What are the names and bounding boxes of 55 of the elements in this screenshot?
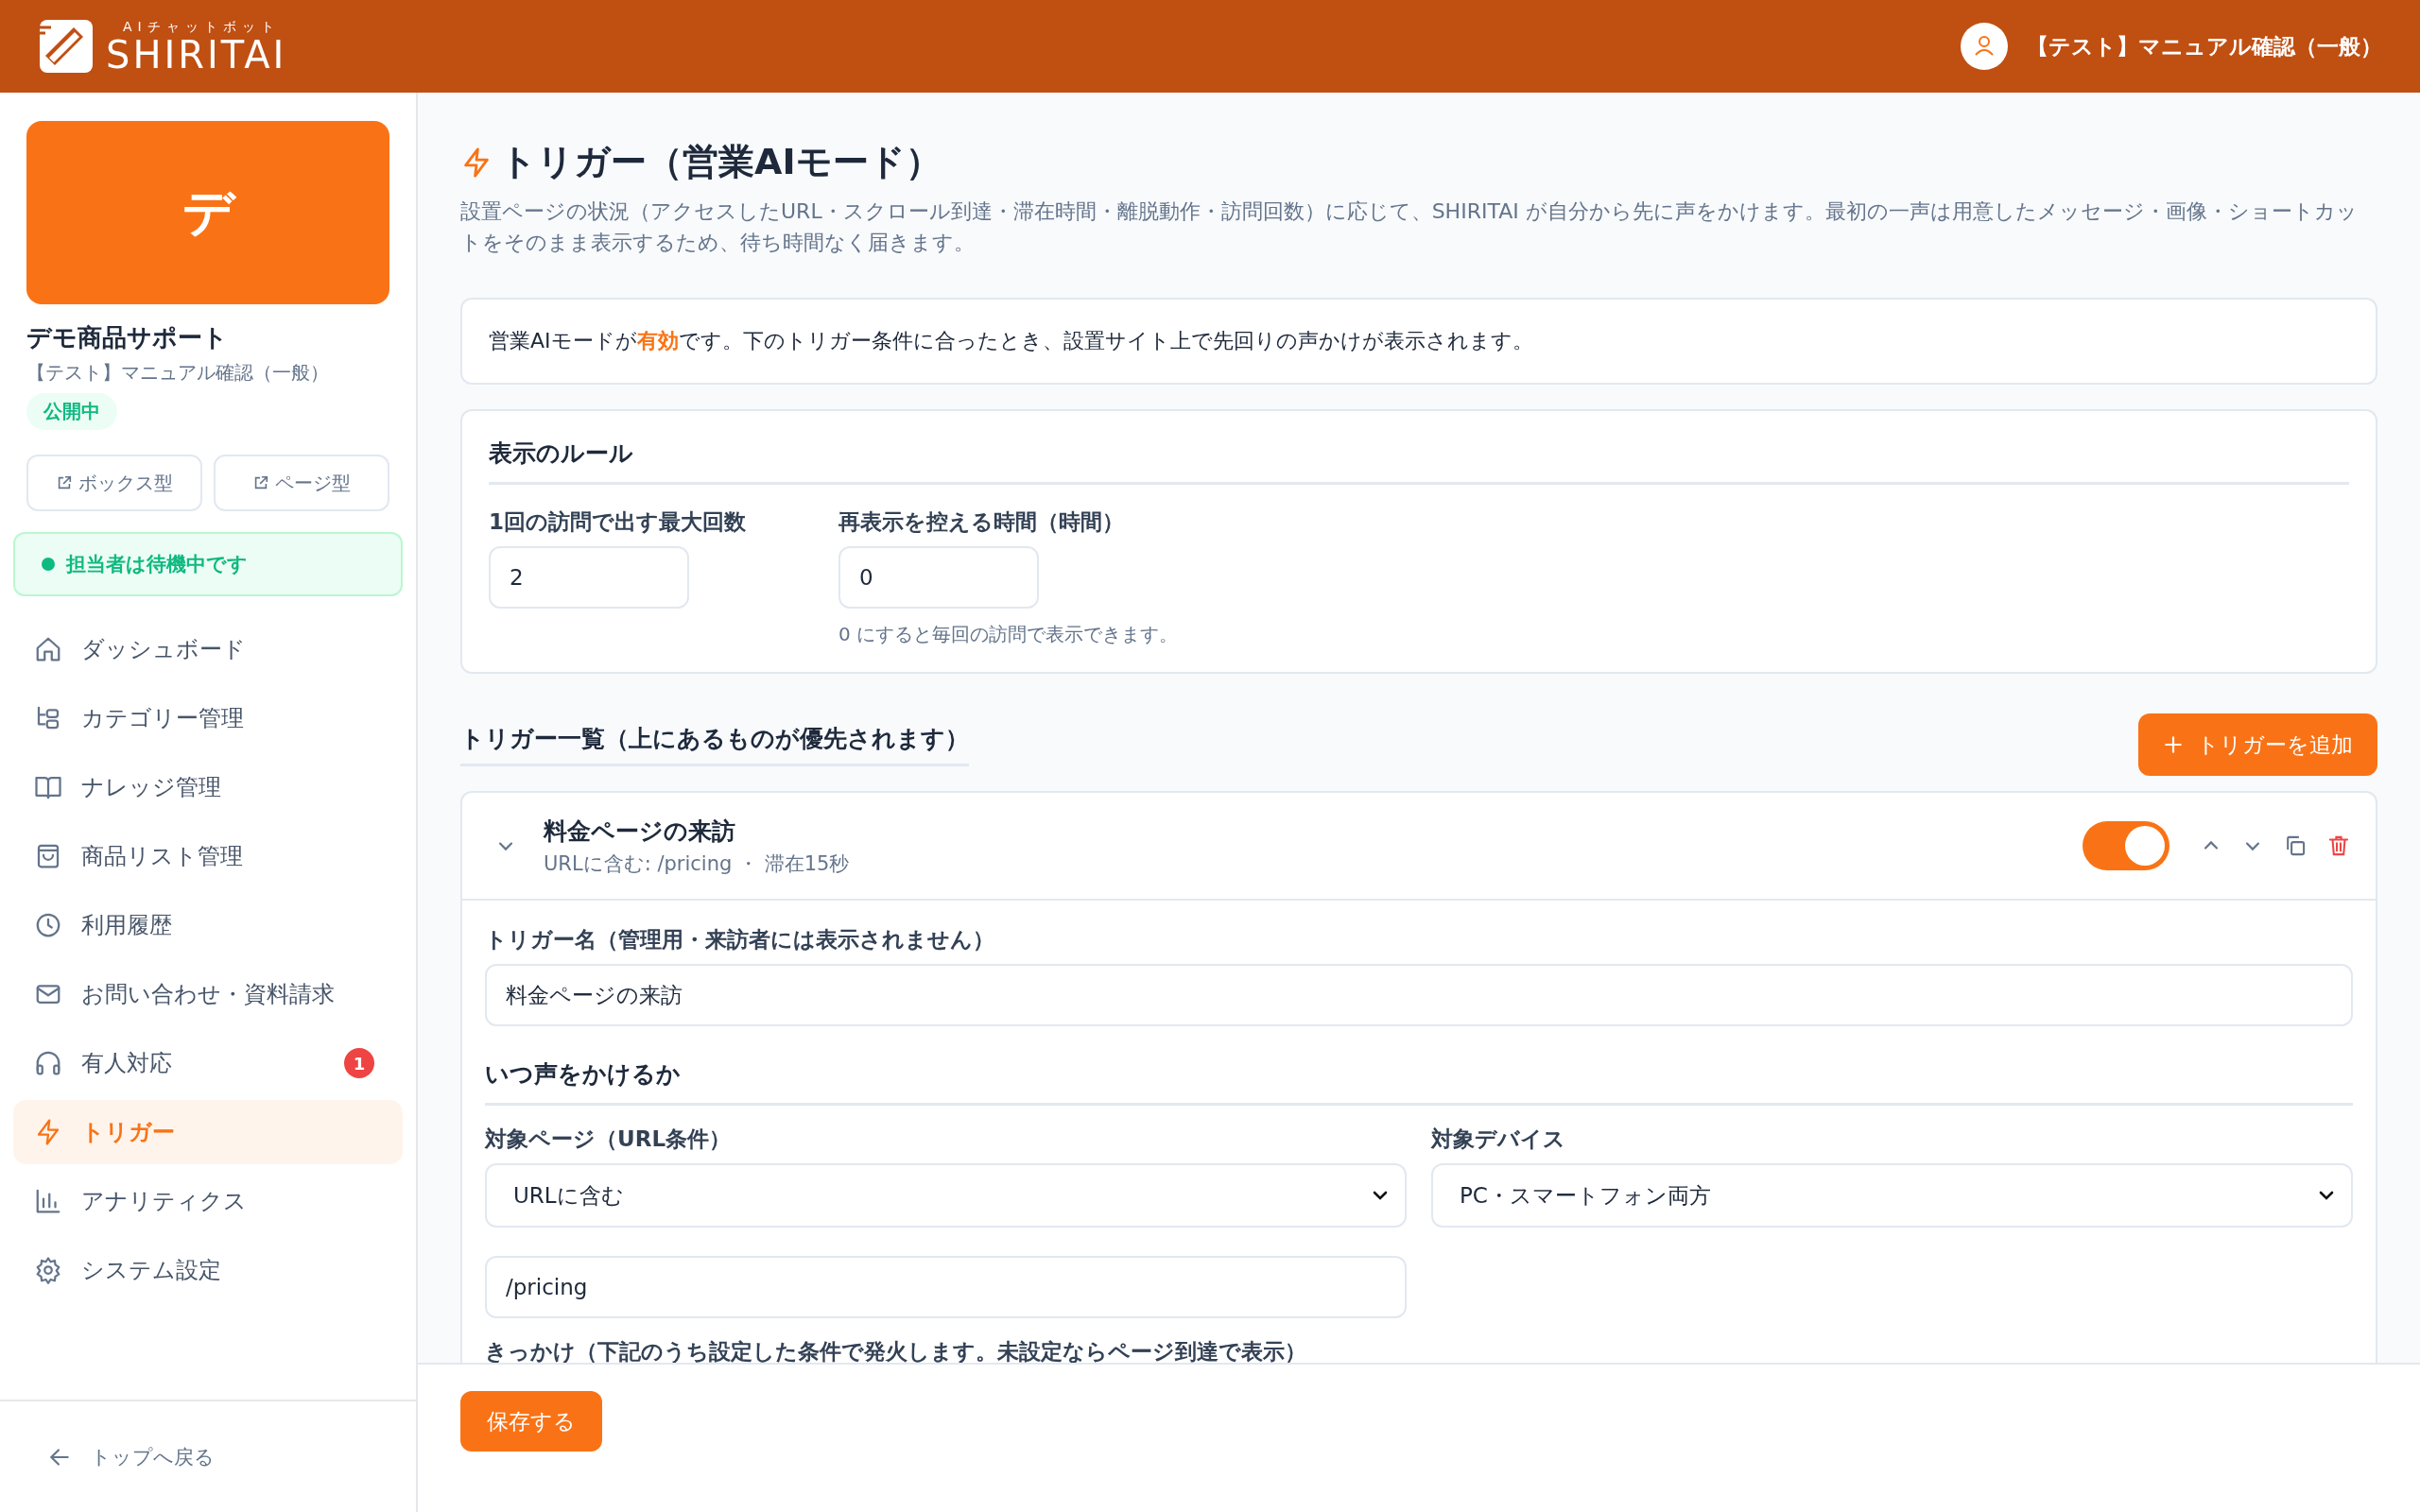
nav-item[interactable]: 有人対応 1 <box>13 1031 403 1095</box>
field-label: 再表示を控える時間（時間） <box>838 508 1125 536</box>
field-label: きっかけ（下記のうち設定した条件で発火します。未設定ならページ到達で表示） <box>485 1338 1307 1366</box>
status-badge: 公開中 <box>26 393 117 430</box>
count-badge: 1 <box>344 1048 374 1078</box>
field-label: トリガー名（管理用・来訪者には表示されません） <box>485 926 995 954</box>
field-label: 1回の訪問で出す最大回数 <box>489 508 746 536</box>
nav-item[interactable]: 利用履歴 <box>13 893 403 957</box>
url-field[interactable]: /pricing <box>485 1256 1407 1318</box>
nav-item[interactable]: ダッシュボード <box>13 617 403 681</box>
list-heading: トリガー一覧（上にあるものが優先されます） <box>460 723 969 766</box>
number-field[interactable]: 2 <box>489 546 689 609</box>
section-heading: 表示のルール <box>489 438 2349 485</box>
nav-item[interactable]: カテゴリー管理 <box>13 686 403 750</box>
nav-item[interactable]: アナリティクス <box>13 1169 403 1233</box>
trigger-summary: URLに含む: /pricing ・ 滞在15秒 <box>544 850 851 877</box>
nav-item[interactable]: ナレッジ管理 <box>13 755 403 819</box>
chart-icon <box>34 1187 62 1215</box>
trigger-name: 料金ページの来訪 <box>544 816 736 847</box>
trash-icon[interactable] <box>2326 833 2351 858</box>
enable-toggle[interactable] <box>2083 821 2169 870</box>
number-field[interactable]: 0 <box>838 546 1039 609</box>
bot-name: デモ商品サポート <box>26 322 229 353</box>
field-hint: 0 にすると毎回の訪問で表示できます。 <box>838 622 1179 647</box>
gear-icon <box>34 1256 62 1284</box>
nav-item[interactable]: お問い合わせ・資料請求 <box>13 962 403 1026</box>
preview-button[interactable]: ページ型 <box>214 455 389 511</box>
bot-avatar: デ <box>26 121 389 304</box>
device-select[interactable]: PC・スマートフォン両方 <box>1431 1163 2353 1228</box>
nav-item[interactable]: システム設定 <box>13 1238 403 1302</box>
user-name[interactable]: 【テスト】マニュアル確認（一般） <box>2027 31 2382 61</box>
preview-button[interactable]: ボックス型 <box>26 455 202 511</box>
logo-wordmark: SHIRITAI <box>106 35 287 74</box>
headset-icon <box>34 1049 62 1077</box>
agent-status: 担当者は待機中です <box>13 532 403 596</box>
section-heading: いつ声をかけるか <box>485 1058 2353 1106</box>
nav-item[interactable]: 商品リスト管理 <box>13 824 403 888</box>
bot-subtitle: 【テスト】マニュアル確認（一般） <box>26 360 330 386</box>
user-avatar-icon[interactable] <box>1961 23 2008 70</box>
clock-icon <box>34 911 62 939</box>
page-title: トリガー（営業AIモード） <box>500 140 942 184</box>
field-label: 対象ページ（URL条件） <box>485 1125 733 1153</box>
field-label: 対象デバイス <box>1431 1125 1566 1153</box>
logo-icon <box>38 18 95 75</box>
external-link-icon <box>56 474 73 491</box>
page-description: 設置ページの状況（アクセスしたURL・スクロール到達・滞在時間・離脱動作・訪問回数）に応じて、SHIRITAI が自分から先に声をかけます。最初の一声は用意したメッセージ・画像・ショートカットをそのまま表示するため、待ち時間なく届きます。 <box>460 198 2359 256</box>
url-condition-select[interactable]: URLに含む <box>485 1163 1407 1228</box>
status-dot <box>42 558 55 571</box>
external-link-icon <box>252 474 269 491</box>
plus-icon <box>2163 734 2184 755</box>
logo-tagline: AIチャットボット <box>123 19 281 33</box>
trigger-name-field[interactable]: 料金ページの来訪 <box>485 964 2353 1026</box>
back-link[interactable]: トップへ戻る <box>47 1443 215 1470</box>
notice-text: 営業AIモードが有効です。下のトリガー条件に合ったとき、設置サイト上で先回りの声かけが表示されます。 <box>489 328 1533 354</box>
home-icon <box>34 635 62 663</box>
